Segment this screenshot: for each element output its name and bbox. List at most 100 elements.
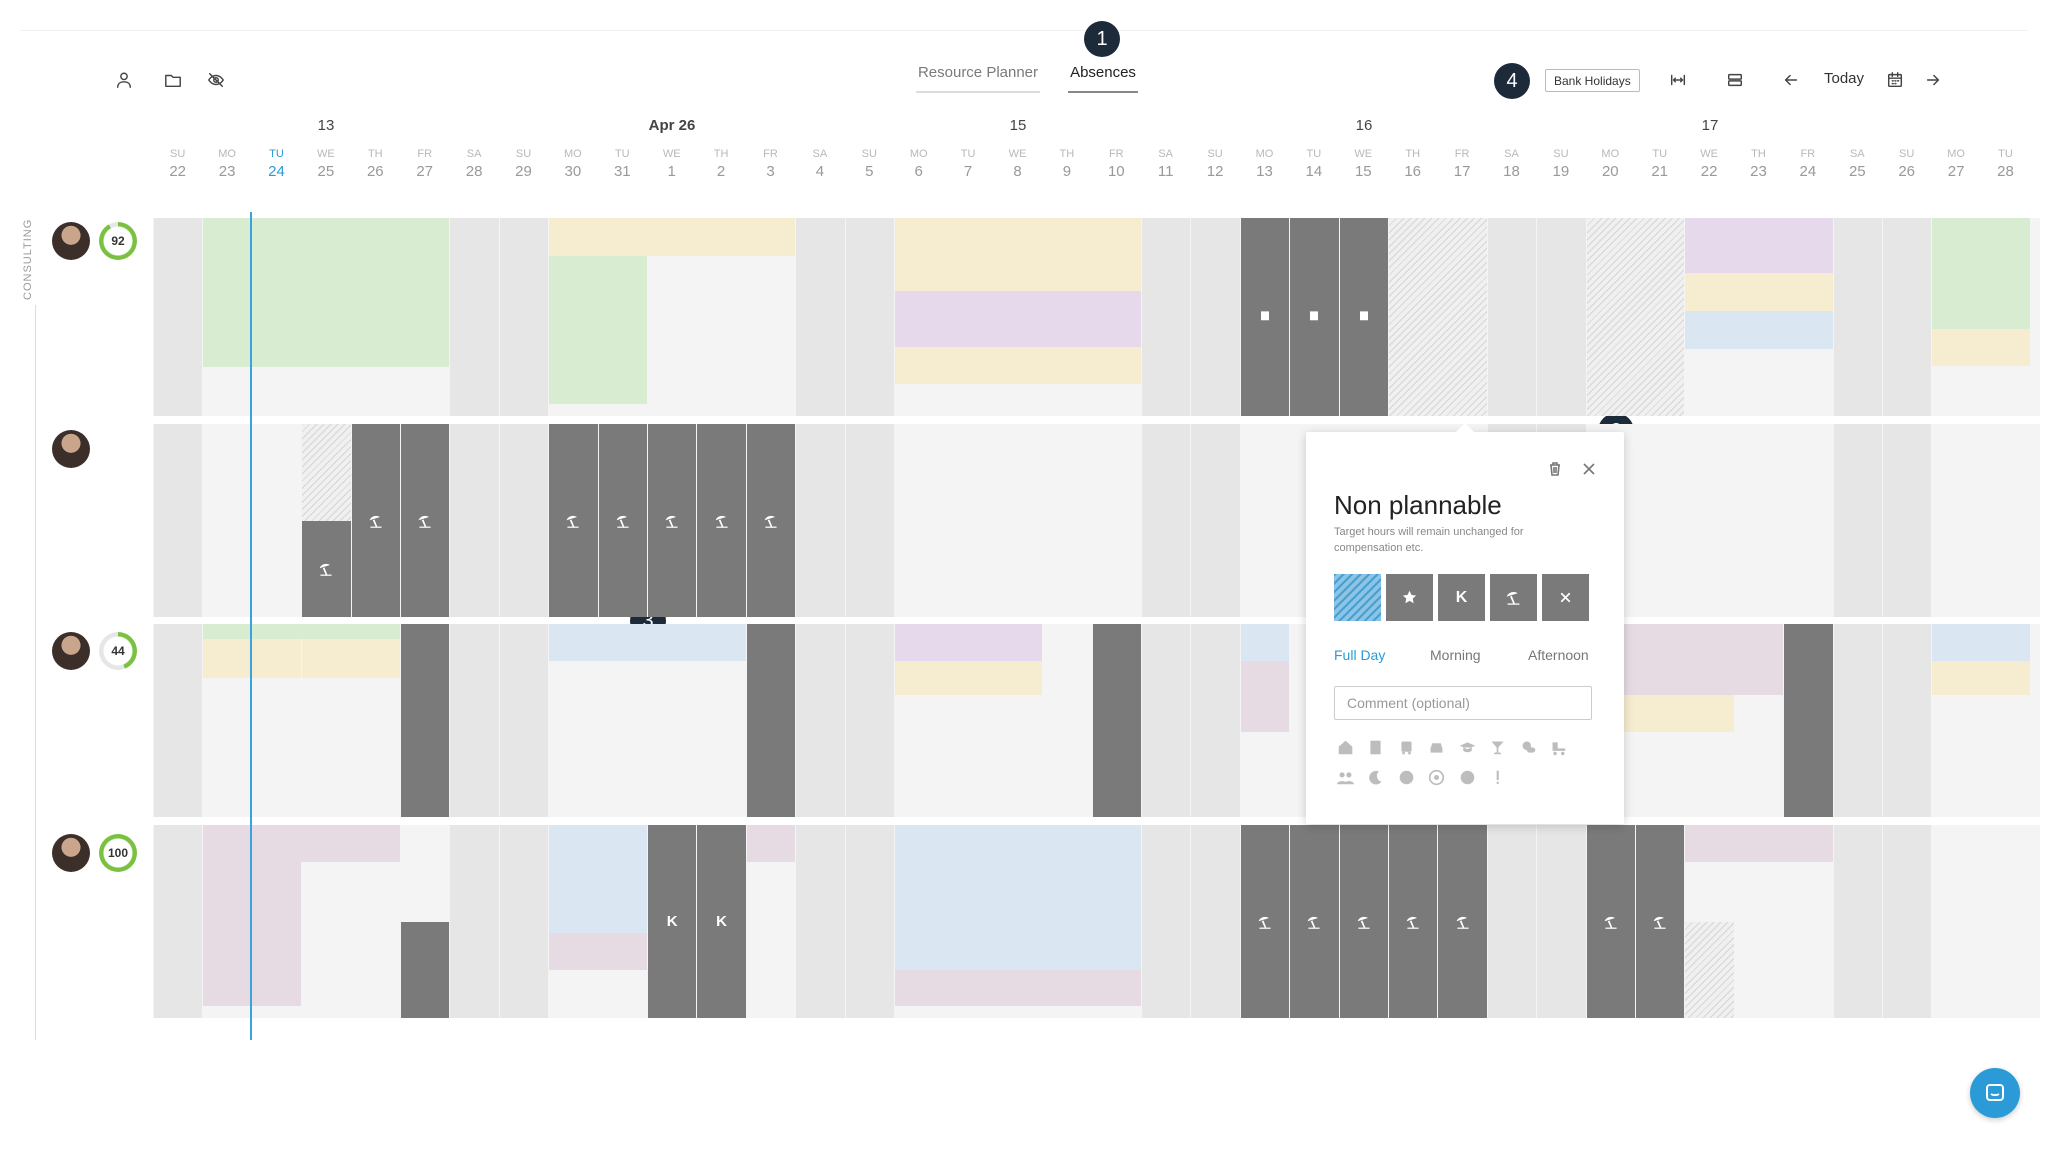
weekend-cell[interactable] [1191, 624, 1240, 817]
weekend-cell[interactable] [1833, 424, 1882, 617]
weekend-cell[interactable] [450, 424, 499, 617]
vacation-block[interactable] [1636, 825, 1685, 1018]
weekend-cell[interactable] [1883, 825, 1932, 1018]
absence-block[interactable] [1932, 328, 2031, 367]
weekend-cell[interactable] [1833, 825, 1882, 1018]
fit-width-icon[interactable] [1664, 66, 1692, 94]
weekend-cell[interactable] [1883, 218, 1932, 416]
weekend-cell[interactable] [796, 424, 845, 617]
calendar-icon[interactable] [1881, 66, 1909, 94]
arrow-left-icon[interactable] [1777, 66, 1805, 94]
arrow-right-icon[interactable] [1919, 66, 1947, 94]
absence-block[interactable] [1685, 273, 1833, 312]
weekend-cell[interactable] [1487, 825, 1537, 1018]
weekend-cell[interactable] [450, 624, 499, 817]
alert-icon[interactable] [1487, 766, 1509, 788]
vacation-block[interactable] [1586, 825, 1635, 1018]
absence-block[interactable] [1932, 218, 2031, 329]
dot-icon[interactable] [1456, 766, 1478, 788]
tab-resource-planner[interactable]: Resource Planner [916, 64, 1040, 93]
info-icon[interactable] [1395, 766, 1417, 788]
absence-block[interactable] [302, 639, 400, 679]
weekend-cell[interactable] [1883, 624, 1932, 817]
absence-block[interactable] [549, 933, 647, 970]
weekend-cell[interactable] [154, 218, 203, 416]
vacation-block[interactable] [1290, 825, 1339, 1018]
option-full-day[interactable]: Full Day [1334, 647, 1385, 663]
weekend-cell[interactable] [1883, 424, 1932, 617]
absence-block[interactable] [549, 825, 647, 934]
absence-block[interactable] [895, 969, 1141, 1007]
chat-button[interactable] [1970, 1068, 2020, 1118]
bus-icon[interactable] [1395, 736, 1417, 758]
today-button[interactable]: Today [1824, 70, 1864, 87]
absence-block[interactable] [1685, 218, 1833, 274]
travel-block[interactable] [1240, 218, 1290, 416]
home-icon[interactable] [1334, 736, 1356, 758]
weekend-cell[interactable] [450, 825, 499, 1018]
graduation-cap-icon[interactable] [1456, 736, 1478, 758]
weekend-cell[interactable] [154, 424, 203, 617]
car-icon[interactable] [1426, 736, 1448, 758]
group-icon[interactable] [1334, 766, 1356, 788]
absence-block[interactable] [1932, 624, 2031, 661]
weekend-cell[interactable] [1142, 624, 1191, 817]
vacation-block[interactable] [697, 424, 746, 617]
vacation-block[interactable] [1389, 825, 1438, 1018]
absence-block[interactable] [1240, 660, 1290, 733]
absence-block[interactable] [895, 825, 1141, 970]
vacation-block[interactable] [351, 424, 400, 617]
non-plannable-block[interactable] [302, 424, 351, 521]
weekend-cell[interactable] [845, 218, 894, 416]
person-icon[interactable] [110, 66, 138, 94]
weekend-cell[interactable] [796, 218, 845, 416]
absence-block[interactable] [203, 861, 302, 1007]
vacation-block[interactable] [648, 424, 697, 617]
absence-block[interactable] [549, 255, 647, 405]
absence-block[interactable] [895, 346, 1141, 385]
tab-absences[interactable]: Absences [1068, 64, 1138, 93]
absence-block[interactable] [1784, 624, 1833, 817]
absence-block[interactable] [401, 624, 450, 817]
absence-block[interactable] [401, 921, 450, 1018]
weekend-cell[interactable] [1191, 218, 1240, 416]
avatar[interactable] [52, 430, 90, 468]
weekend-cell[interactable] [1537, 218, 1586, 416]
k-block[interactable]: K [697, 825, 746, 1018]
vacation-block[interactable] [746, 424, 796, 617]
absence-block[interactable] [1240, 624, 1290, 661]
type-non-plannable-button[interactable] [1334, 574, 1381, 621]
absence-block[interactable] [203, 624, 400, 640]
absence-block[interactable] [895, 624, 1043, 661]
weekend-cell[interactable] [1142, 825, 1191, 1018]
folder-icon[interactable] [159, 66, 187, 94]
vacation-block[interactable] [1339, 825, 1388, 1018]
non-plannable-block[interactable] [1685, 921, 1734, 1018]
absence-block[interactable] [895, 218, 1141, 292]
stroller-icon[interactable] [1548, 736, 1570, 758]
absence-block[interactable] [895, 660, 1043, 696]
travel-block[interactable] [1290, 218, 1339, 416]
avatar[interactable] [52, 222, 90, 260]
weather-icon[interactable] [1517, 736, 1539, 758]
absence-grid[interactable]: KK [153, 218, 2040, 1038]
rows-icon[interactable] [1721, 66, 1749, 94]
absence-block[interactable] [1685, 825, 1833, 862]
close-icon[interactable] [1578, 458, 1600, 480]
vacation-block[interactable] [1438, 825, 1487, 1018]
weekend-cell[interactable] [499, 424, 549, 617]
absence-block[interactable] [1092, 624, 1141, 817]
vacation-block[interactable] [401, 424, 450, 617]
target-icon[interactable] [1426, 766, 1448, 788]
absence-block[interactable] [203, 639, 302, 679]
k-block[interactable]: K [648, 825, 697, 1018]
avatar[interactable] [52, 834, 90, 872]
vacation-block[interactable] [598, 424, 647, 617]
absence-block[interactable] [1685, 311, 1833, 349]
weekend-cell[interactable] [845, 424, 894, 617]
weekend-cell[interactable] [1487, 218, 1537, 416]
weekend-cell[interactable] [845, 825, 894, 1018]
eye-off-icon[interactable] [202, 66, 230, 94]
option-afternoon[interactable]: Afternoon [1528, 647, 1589, 663]
type-k-button[interactable]: K [1438, 574, 1485, 621]
